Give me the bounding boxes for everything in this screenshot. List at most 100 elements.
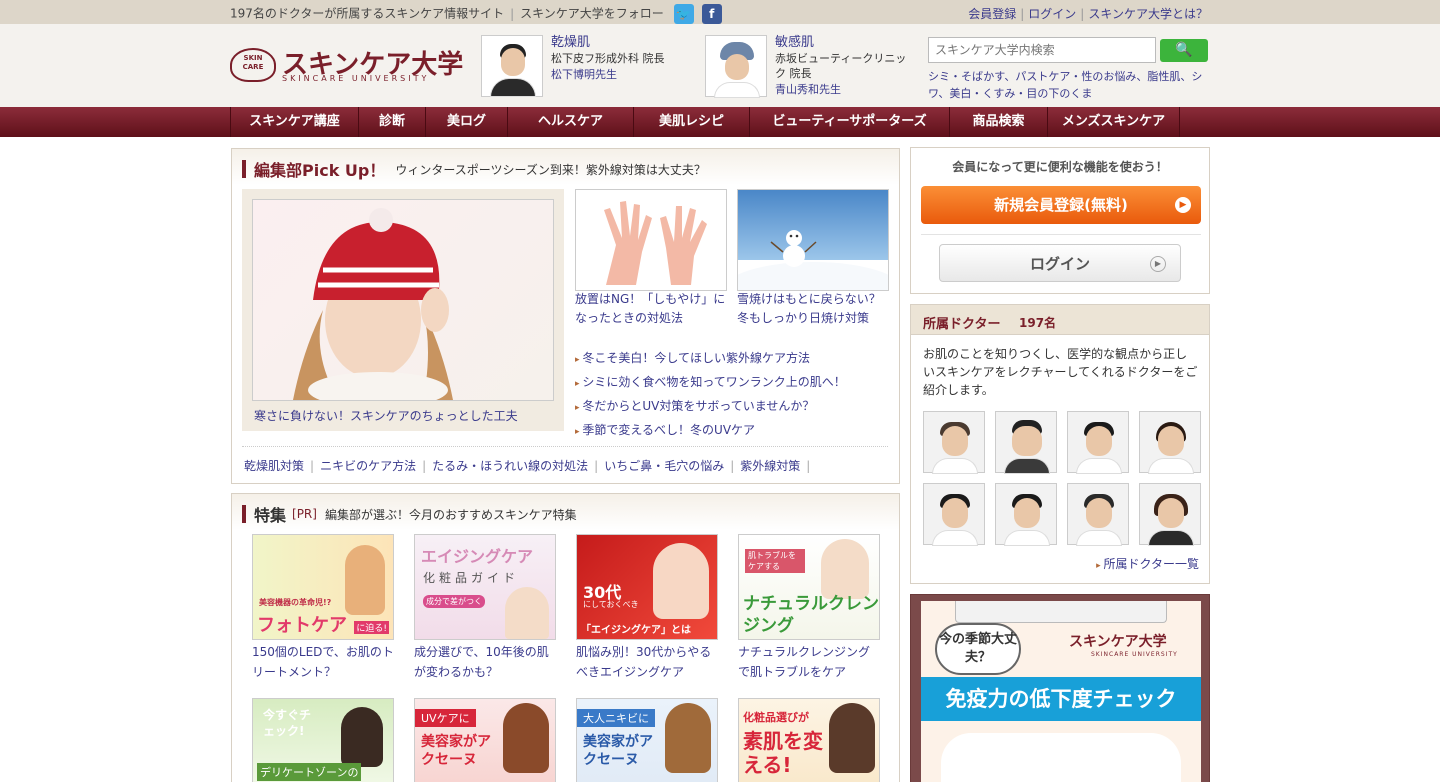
pr-label: [PR] xyxy=(292,507,317,521)
global-nav: スキンケア講座 診断 美ログ ヘルスケア 美肌レシピ ビューティーサポーターズ … xyxy=(0,107,1440,137)
doctors-panel-title: 所属ドクター xyxy=(923,317,1001,332)
login-button[interactable]: ログイン ▶ xyxy=(939,244,1181,282)
list-item[interactable]: 季節で変えるべし！冬のUVケア xyxy=(575,419,846,443)
feature-item-row2[interactable]: UVケアに 美容家がアクセーヌ xyxy=(414,698,556,782)
doctors-description: お肌のことを知りつくし、医学的な観点から正しいスキンケアをレクチャーしてくれるド… xyxy=(923,347,1198,397)
doctor-photo[interactable] xyxy=(995,483,1057,546)
site-tagline: 197名のドクターが所属するスキンケア情報サイト xyxy=(230,6,505,21)
about-link[interactable]: スキンケア大学とは？ xyxy=(1088,7,1208,21)
doctor-photo[interactable] xyxy=(1139,411,1201,474)
feature-item-row2[interactable]: 化粧品選びが 素肌を変える! xyxy=(738,698,880,782)
doctor-photo[interactable] xyxy=(923,483,985,546)
feature-item-photocare[interactable]: 美容機器の革命児!? フォトケア に迫る! 150個のLEDで、お肌のトリートメ… xyxy=(252,534,394,682)
feature-title: 特集 xyxy=(254,506,287,525)
nav-item-skincare-course[interactable]: スキンケア講座 xyxy=(231,107,359,137)
immunity-ad[interactable]: 今の季節大丈夫？ スキンケア大学 SKINCARE UNIVERSITY 免疫力… xyxy=(910,594,1210,782)
tag-acne[interactable]: ニキビのケア方法 xyxy=(320,459,416,473)
pickup-panel: 編集部Pick Up！ ウィンタースポーツシーズン到来！紫外線対策は大丈夫？ 寒さ… xyxy=(231,148,903,484)
search-icon: 🔍 xyxy=(1175,42,1193,58)
register-button[interactable]: 新規会員登録(無料) ▶ xyxy=(921,186,1201,224)
follow-text: スキンケア大学をフォロー xyxy=(520,6,664,21)
pickup-main-image[interactable] xyxy=(252,199,554,408)
feature-item-row2[interactable]: 今すぐチェック! デリケートゾーンの xyxy=(252,698,394,782)
doctor-photo[interactable] xyxy=(1067,483,1129,546)
member-panel: 会員になって更に便利な機能を使おう！ 新規会員登録(無料) ▶ ログイン ▶ xyxy=(910,147,1210,294)
feature-caption[interactable]: 150個のLEDで、お肌のトリートメント？ xyxy=(252,642,394,682)
doctor-count: 197名 xyxy=(1019,316,1057,330)
doctor-photo[interactable] xyxy=(1067,411,1129,474)
search-keywords[interactable]: シミ・そばかす、パストケア・性のお悩み、脂性肌、シワ、美白・くすみ・目の下のくま xyxy=(928,68,1218,102)
feature-banner[interactable]: 大人ニキビに 美容家がアクセーヌ xyxy=(576,698,718,782)
girl-hat-illustration xyxy=(293,208,453,408)
doctor-name[interactable]: 松下博明先生 xyxy=(551,68,617,81)
list-item[interactable]: 冬こそ美白！今してほしい紫外線ケア方法 xyxy=(575,347,846,371)
feature-caption[interactable]: 肌悩み別！30代からやるべきエイジングケア xyxy=(576,642,718,682)
nav-item-recipe[interactable]: 美肌レシピ xyxy=(634,107,750,137)
thumb-hands[interactable] xyxy=(575,189,727,291)
doctor-list-link[interactable]: ▸ 所属ドクター一覧 xyxy=(1096,555,1199,572)
header: SKIN CARE スキンケア大学 SKINCARE UNIVERSITY 乾燥… xyxy=(0,24,1440,107)
doctor-clinic: 赤坂ビューティークリニック 院長 xyxy=(775,52,907,80)
list-item[interactable]: 冬だからとUV対策をサボっていませんか？ xyxy=(575,395,846,419)
doctor-category[interactable]: 敏感肌 xyxy=(775,35,814,50)
nav-item-supporters[interactable]: ビューティーサポーターズ xyxy=(750,107,950,137)
feature-caption[interactable]: ナチュラルクレンジングで肌トラブルをケア xyxy=(738,642,880,682)
doctor-photo[interactable] xyxy=(1139,483,1201,546)
ad-headline: 免疫力の低下度チェック xyxy=(921,677,1201,721)
pickup-subtitle[interactable]: ウィンタースポーツシーズン到来！紫外線対策は大丈夫？ xyxy=(395,163,706,177)
doctors-panel-header: 所属ドクター 197名 xyxy=(911,305,1209,335)
top-bar: 197名のドクターが所属するスキンケア情報サイト | スキンケア大学をフォロー 🐦 f … xyxy=(0,0,1440,24)
nav-item-product-search[interactable]: 商品検索 xyxy=(950,107,1048,137)
doctor-photo[interactable] xyxy=(481,35,543,97)
search-input[interactable] xyxy=(928,37,1156,63)
feature-banner[interactable]: 30代 にしておくべき 「エイジングケア」とは xyxy=(576,534,718,640)
member-heading: 会員になって更に便利な機能を使おう！ xyxy=(952,160,1168,174)
arrow-right-icon: ▶ xyxy=(1175,197,1191,213)
feature-banner[interactable]: 今すぐチェック! デリケートゾーンの xyxy=(252,698,394,782)
thumb-snowman[interactable] xyxy=(723,189,903,318)
feature-banner[interactable]: UVケアに 美容家がアクセーヌ xyxy=(414,698,556,782)
feature-item-30s-aging[interactable]: 30代 にしておくべき 「エイジングケア」とは 肌悩み別！30代からやるべきエイ… xyxy=(576,534,718,682)
feature-banner[interactable]: 美容機器の革命児!? フォトケア に迫る! xyxy=(252,534,394,640)
tag-uv[interactable]: 紫外線対策 xyxy=(740,459,800,473)
feature-banner[interactable]: 化粧品選びが 素肌を変える! xyxy=(738,698,880,782)
clip-bar xyxy=(955,601,1167,623)
doctor-photo[interactable] xyxy=(923,411,985,474)
feature-subtitle: 編集部が選ぶ！今月のおすすめスキンケア特集 xyxy=(324,507,577,522)
pickup-main[interactable]: 寒さに負けない！スキンケアのちょっとした工夫 xyxy=(242,189,564,431)
facebook-icon[interactable]: f xyxy=(701,4,722,24)
hands-illustration xyxy=(604,201,707,285)
doctor-clinic: 松下皮フ形成外科 院長 xyxy=(551,52,665,65)
thumb-hands-caption[interactable]: 放置はNG！「しもやけ」になったときの対処法 xyxy=(575,290,727,328)
nav-item-healthcare[interactable]: ヘルスケア xyxy=(508,107,634,137)
nav-item-diagnosis[interactable]: 診断 xyxy=(359,107,426,137)
feature-item-row2[interactable]: 大人ニキビに 美容家がアクセーヌ xyxy=(576,698,718,782)
nav-item-beauty-log[interactable]: 美ログ xyxy=(426,107,508,137)
register-link[interactable]: 会員登録 xyxy=(968,7,1016,21)
ad-logo: スキンケア大学 xyxy=(1069,634,1167,650)
tag-dry-skin[interactable]: 乾燥肌対策 xyxy=(244,459,304,473)
feature-caption[interactable]: 成分選びで、10年後の肌が変わるかも？ xyxy=(414,642,556,682)
ad-bubble: 今の季節大丈夫？ xyxy=(935,623,1021,675)
doctor-photo[interactable] xyxy=(995,411,1057,474)
feature-banner[interactable]: エイジングケア 化粧品ガイド 成分で差がつく xyxy=(414,534,556,640)
login-link[interactable]: ログイン xyxy=(1028,7,1076,21)
list-item[interactable]: シミに効く食べ物を知ってワンランク上の肌へ！ xyxy=(575,371,845,395)
search-button[interactable]: 🔍 xyxy=(1160,39,1208,62)
logo-subtext: SKINCARE UNIVERSITY xyxy=(282,74,430,83)
tag-sagging[interactable]: たるみ・ほうれい線の対処法 xyxy=(432,459,588,473)
ad-logo-sub: SKINCARE UNIVERSITY xyxy=(1091,651,1178,658)
twitter-icon[interactable]: 🐦 xyxy=(673,4,694,24)
pickup-main-caption[interactable]: 寒さに負けない！スキンケアのちょっとした工夫 xyxy=(254,407,518,424)
feature-item-aging-guide[interactable]: エイジングケア 化粧品ガイド 成分で差がつく 成分選びで、10年後の肌が変わるか… xyxy=(414,534,556,682)
pickup-title: 編集部Pick Up！ xyxy=(254,161,386,180)
feature-item-natural-cleansing[interactable]: 肌トラブルをケアする ナチュラルクレンジング ナチュラルクレンジングで肌トラブル… xyxy=(738,534,880,682)
thumb-snowman-caption[interactable]: 雪焼けはもとに戻らない？冬もしっかり日焼け対策 xyxy=(737,290,889,328)
search-box: 🔍 xyxy=(928,37,1210,65)
nav-item-mens[interactable]: メンズスキンケア xyxy=(1048,107,1180,137)
feature-banner[interactable]: 肌トラブルをケアする ナチュラルクレンジング xyxy=(738,534,880,640)
doctor-name[interactable]: 青山秀和先生 xyxy=(775,83,841,96)
doctor-category[interactable]: 乾燥肌 xyxy=(551,35,590,50)
tag-pores[interactable]: いちご鼻・毛穴の悩み xyxy=(604,459,724,473)
doctor-photo[interactable] xyxy=(705,35,767,98)
